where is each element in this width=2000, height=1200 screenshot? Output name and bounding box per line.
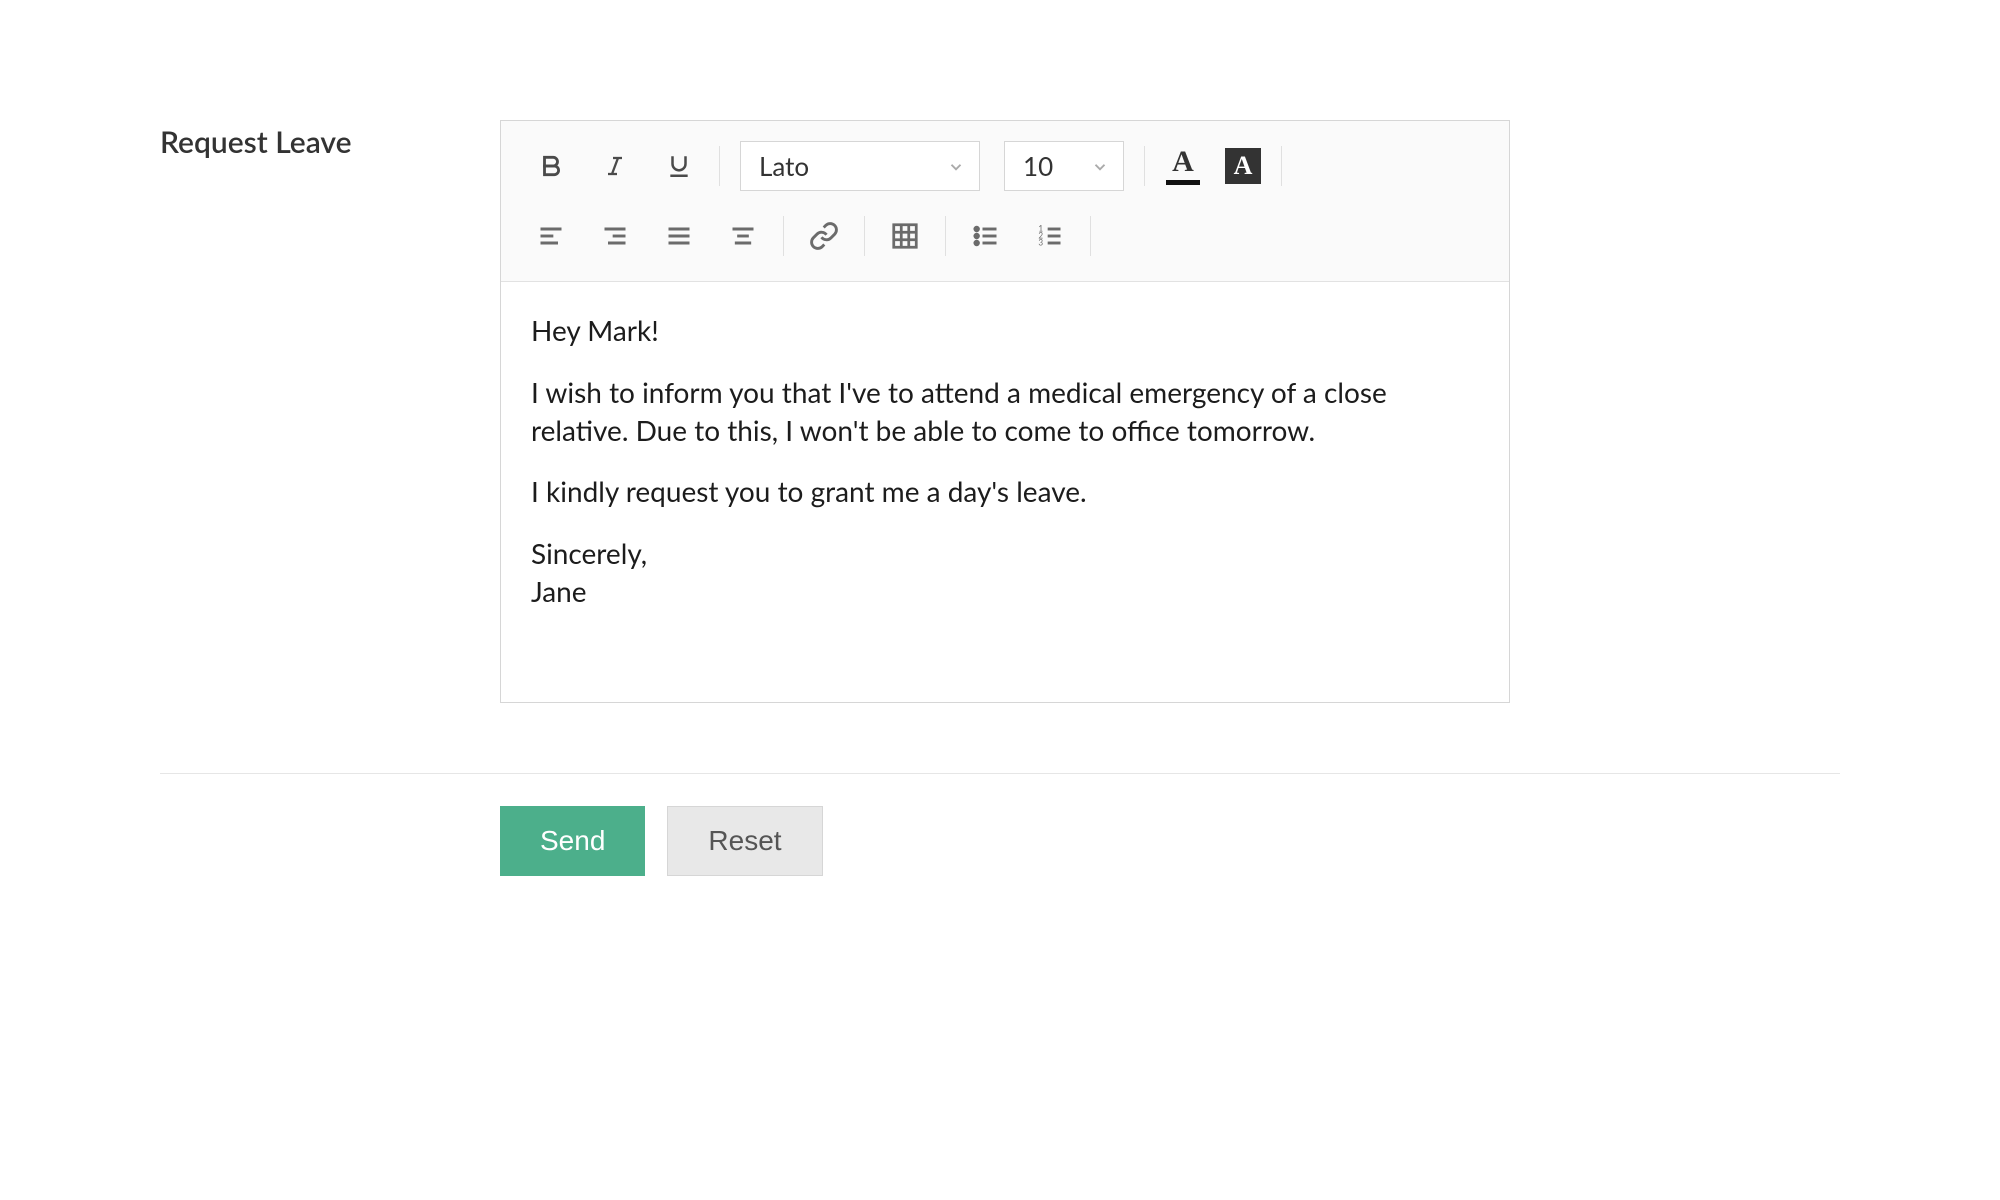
editor-paragraph: I kindly request you to grant me a day's… — [531, 473, 1479, 511]
text-color-button[interactable]: A — [1153, 141, 1213, 191]
toolbar-row-1: Lato 10 A — [519, 131, 1491, 201]
divider — [783, 216, 784, 256]
editor-paragraph: Hey Mark! — [531, 312, 1479, 350]
divider — [719, 146, 720, 186]
italic-button[interactable] — [583, 141, 647, 191]
field-label: Request Leave — [160, 124, 500, 160]
font-size-value: 10 — [1023, 150, 1053, 182]
chevron-down-icon — [1091, 150, 1109, 182]
editor-paragraph: Sincerely,Jane — [531, 535, 1479, 611]
editor-paragraph: I wish to inform you that I've to attend… — [531, 374, 1479, 450]
toolbar-row-2: 123 — [519, 201, 1491, 271]
rich-text-editor: Lato 10 A — [500, 120, 1510, 703]
numbered-list-icon: 123 — [1035, 222, 1065, 250]
font-family-select[interactable]: Lato — [740, 141, 980, 191]
action-bar: Send Reset — [160, 773, 1840, 876]
text-color-icon: A — [1172, 147, 1194, 177]
numbered-list-button[interactable]: 123 — [1018, 211, 1082, 261]
align-right-button[interactable] — [583, 211, 647, 261]
background-color-button[interactable]: A — [1213, 141, 1273, 191]
link-icon — [809, 221, 839, 251]
bullet-list-icon — [971, 222, 1001, 250]
editor-content[interactable]: Hey Mark! I wish to inform you that I've… — [501, 282, 1509, 702]
divider — [864, 216, 865, 256]
divider — [945, 216, 946, 256]
align-left-icon — [536, 222, 566, 250]
align-left-button[interactable] — [519, 211, 583, 261]
send-button[interactable]: Send — [500, 806, 645, 876]
align-center-button[interactable] — [711, 211, 775, 261]
italic-icon — [603, 151, 627, 181]
align-right-icon — [600, 222, 630, 250]
align-justify-icon — [664, 222, 694, 250]
bold-icon — [538, 151, 564, 181]
font-family-value: Lato — [759, 150, 809, 182]
table-button[interactable] — [873, 211, 937, 261]
divider — [1281, 146, 1282, 186]
align-center-icon — [728, 222, 758, 250]
divider — [1090, 216, 1091, 256]
reset-button[interactable]: Reset — [667, 806, 822, 876]
divider — [1144, 146, 1145, 186]
editor-toolbar: Lato 10 A — [501, 121, 1509, 282]
bullet-list-button[interactable] — [954, 211, 1018, 261]
align-justify-button[interactable] — [647, 211, 711, 261]
underline-icon — [666, 151, 692, 181]
table-icon — [890, 221, 920, 251]
background-color-icon: A — [1225, 148, 1261, 184]
link-button[interactable] — [792, 211, 856, 261]
chevron-down-icon — [947, 150, 965, 182]
bold-button[interactable] — [519, 141, 583, 191]
font-size-select[interactable]: 10 — [1004, 141, 1124, 191]
underline-button[interactable] — [647, 141, 711, 191]
svg-text:3: 3 — [1038, 237, 1043, 247]
